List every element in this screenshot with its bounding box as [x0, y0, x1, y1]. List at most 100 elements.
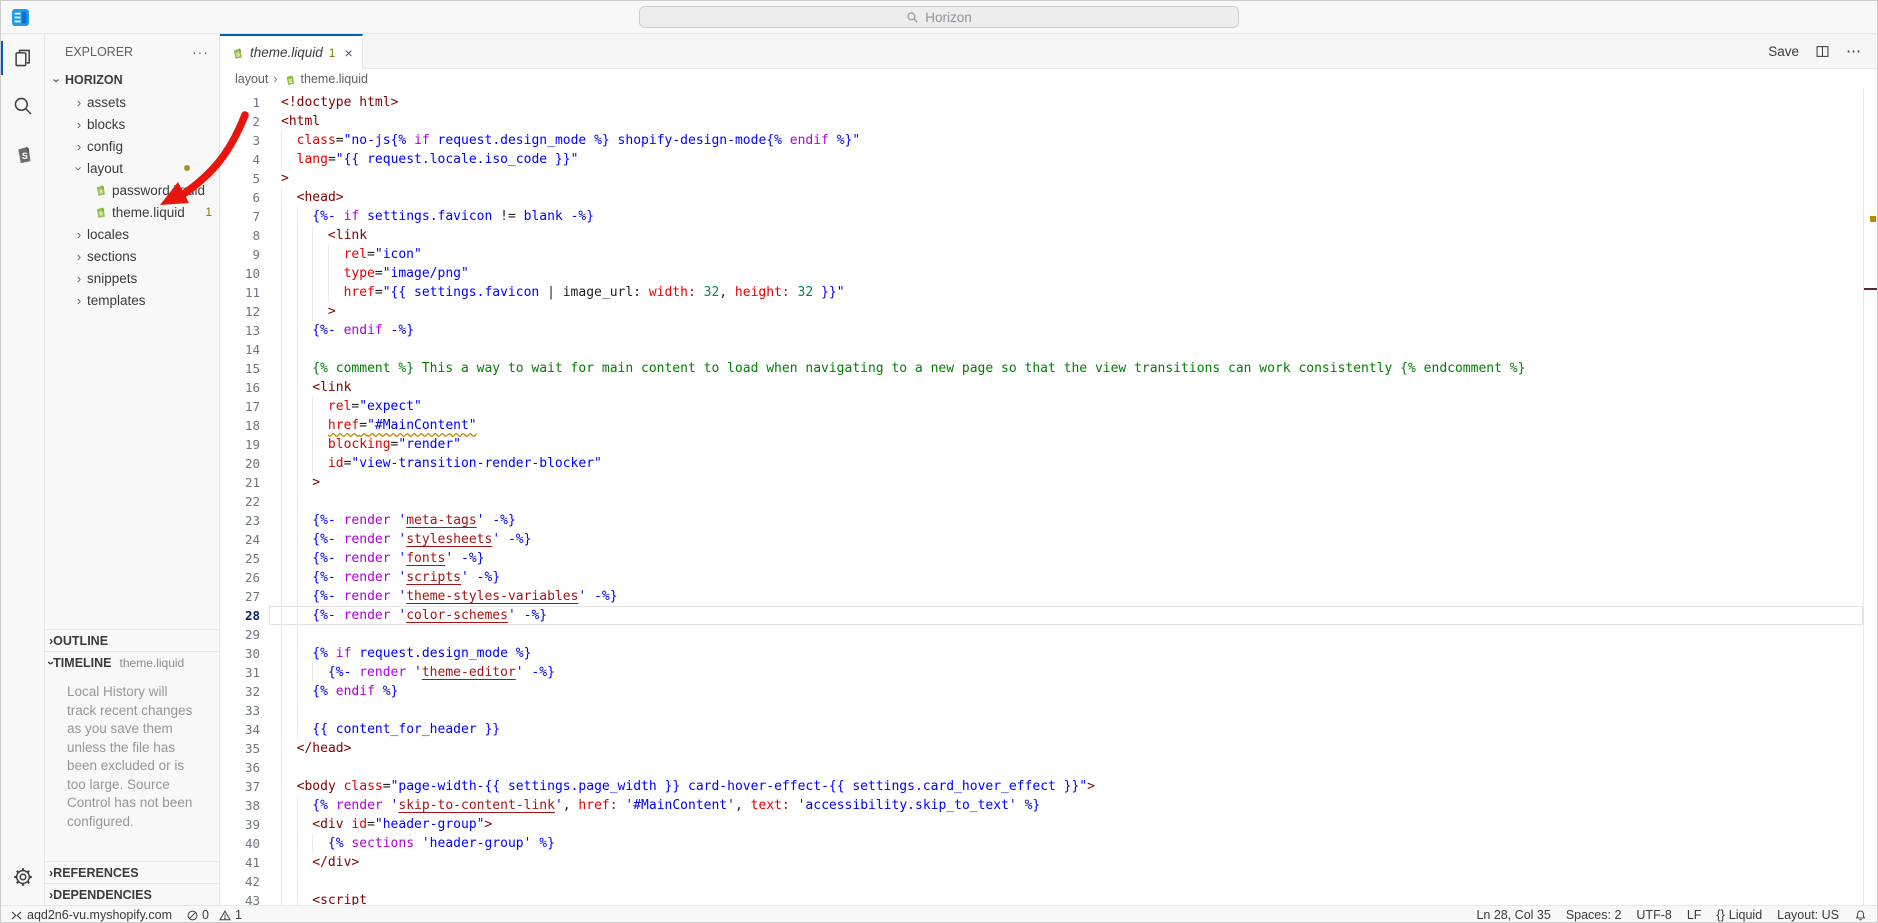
code-line[interactable]: 35</head> — [220, 739, 1877, 758]
code-line[interactable]: 42 — [220, 872, 1877, 891]
line-number[interactable]: 29 — [220, 625, 269, 644]
code-line[interactable]: 26{%- render 'scripts' -%} — [220, 568, 1877, 587]
line-number[interactable]: 2 — [220, 112, 269, 131]
line-number[interactable]: 20 — [220, 454, 269, 473]
code-line[interactable]: 37<body class="page-width-{{ settings.pa… — [220, 777, 1877, 796]
line-number[interactable]: 32 — [220, 682, 269, 701]
code-line[interactable]: 28{%- render 'color-schemes' -%} — [220, 606, 1877, 625]
code-line[interactable]: 17rel="expect" — [220, 397, 1877, 416]
code-line[interactable]: 22 — [220, 492, 1877, 511]
timeline-section-header[interactable]: › TIMELINE theme.liquid — [45, 651, 219, 673]
code-line[interactable]: 33 — [220, 701, 1877, 720]
cursor-position-indicator[interactable]: Ln 28, Col 35 — [1476, 908, 1550, 922]
code-line[interactable]: 40{% sections 'header-group' %} — [220, 834, 1877, 853]
sidebar-item-sections[interactable]: ›sections — [45, 245, 219, 267]
line-number[interactable]: 16 — [220, 378, 269, 397]
outline-section-header[interactable]: › OUTLINE — [45, 629, 219, 651]
code-line[interactable]: 10type="image/png" — [220, 264, 1877, 283]
code-line[interactable]: 6<head> — [220, 188, 1877, 207]
line-number[interactable]: 11 — [220, 283, 269, 302]
keyboard-layout-indicator[interactable]: Layout: US — [1777, 908, 1839, 922]
code-line[interactable]: 13{%- endif -%} — [220, 321, 1877, 340]
split-editor-icon[interactable] — [1815, 44, 1830, 59]
code-line[interactable]: 39<div id="header-group"> — [220, 815, 1877, 834]
explorer-activity-button[interactable] — [1, 34, 44, 82]
line-number[interactable]: 33 — [220, 701, 269, 720]
line-number[interactable]: 43 — [220, 891, 269, 905]
sidebar-item-blocks[interactable]: ›blocks — [45, 113, 219, 135]
code-line[interactable]: 23{%- render 'meta-tags' -%} — [220, 511, 1877, 530]
code-line[interactable]: 21> — [220, 473, 1877, 492]
line-number[interactable]: 17 — [220, 397, 269, 416]
line-number[interactable]: 41 — [220, 853, 269, 872]
code-line[interactable]: 12> — [220, 302, 1877, 321]
line-number[interactable]: 7 — [220, 207, 269, 226]
line-number[interactable]: 23 — [220, 511, 269, 530]
line-number[interactable]: 34 — [220, 720, 269, 739]
code-line[interactable]: 3class="no-js{% if request.design_mode %… — [220, 131, 1877, 150]
problems-indicator[interactable]: 0 1 — [186, 906, 242, 923]
code-line[interactable]: 36 — [220, 758, 1877, 777]
references-section-header[interactable]: › REFERENCES — [45, 861, 219, 883]
line-number[interactable]: 40 — [220, 834, 269, 853]
line-number[interactable]: 24 — [220, 530, 269, 549]
line-number[interactable]: 3 — [220, 131, 269, 150]
line-number[interactable]: 14 — [220, 340, 269, 359]
code-line[interactable]: 30{% if request.design_mode %} — [220, 644, 1877, 663]
line-number[interactable]: 5 — [220, 169, 269, 188]
code-line[interactable]: 25{%- render 'fonts' -%} — [220, 549, 1877, 568]
sidebar-item-layout[interactable]: ›layout — [45, 157, 219, 179]
shopify-activity-button[interactable]: S — [1, 130, 44, 178]
code-line[interactable]: 20id="view-transition-render-blocker" — [220, 454, 1877, 473]
line-number[interactable]: 25 — [220, 549, 269, 568]
more-actions-icon[interactable]: ⋯ — [1846, 42, 1862, 60]
line-number[interactable]: 39 — [220, 815, 269, 834]
code-line[interactable]: 4lang="{{ request.locale.iso_code }}" — [220, 150, 1877, 169]
code-line[interactable]: 5> — [220, 169, 1877, 188]
code-line[interactable]: 34{{ content_for_header }} — [220, 720, 1877, 739]
settings-gear-button[interactable] — [1, 853, 44, 901]
line-number[interactable]: 36 — [220, 758, 269, 777]
code-line[interactable]: 24{%- render 'stylesheets' -%} — [220, 530, 1877, 549]
code-line[interactable]: 11href="{{ settings.favicon | image_url:… — [220, 283, 1877, 302]
line-number[interactable]: 42 — [220, 872, 269, 891]
line-number[interactable]: 13 — [220, 321, 269, 340]
tab-theme-liquid[interactable]: S theme.liquid 1 × — [220, 34, 363, 69]
sidebar-item-horizon-root[interactable]: › HORIZON — [45, 69, 219, 91]
breadcrumb-file[interactable]: theme.liquid — [301, 72, 368, 86]
code-line[interactable]: 19blocking="render" — [220, 435, 1877, 454]
line-number[interactable]: 31 — [220, 663, 269, 682]
code-line[interactable]: 38{% render 'skip-to-content-link', href… — [220, 796, 1877, 815]
dependencies-section-header[interactable]: › DEPENDENCIES — [45, 883, 219, 905]
sidebar-item-snippets[interactable]: ›snippets — [45, 267, 219, 289]
line-number[interactable]: 6 — [220, 188, 269, 207]
sidebar-item-config[interactable]: ›config — [45, 135, 219, 157]
code-line[interactable]: 14 — [220, 340, 1877, 359]
code-line[interactable]: 29 — [220, 625, 1877, 644]
line-number[interactable]: 27 — [220, 587, 269, 606]
line-number[interactable]: 26 — [220, 568, 269, 587]
code-line[interactable]: 18href="#MainContent" — [220, 416, 1877, 435]
encoding-indicator[interactable]: UTF-8 — [1636, 908, 1671, 922]
code-line[interactable]: 43<script — [220, 891, 1877, 905]
line-number[interactable]: 18 — [220, 416, 269, 435]
search-activity-button[interactable] — [1, 82, 44, 130]
code-line[interactable]: 7{%- if settings.favicon != blank -%} — [220, 207, 1877, 226]
code-line[interactable]: 41</div> — [220, 853, 1877, 872]
notifications-bell-button[interactable] — [1854, 909, 1867, 922]
line-number[interactable]: 28 — [220, 606, 269, 625]
line-number[interactable]: 22 — [220, 492, 269, 511]
sidebar-item-password-liquid[interactable]: Spassword.liquid — [45, 179, 219, 201]
eol-indicator[interactable]: LF — [1687, 908, 1702, 922]
code-line[interactable]: 27{%- render 'theme-styles-variables' -%… — [220, 587, 1877, 606]
line-number[interactable]: 35 — [220, 739, 269, 758]
save-button[interactable]: Save — [1768, 44, 1799, 59]
code-editor[interactable]: 1<!doctype html>2<html3class="no-js{% if… — [220, 89, 1877, 905]
line-number[interactable]: 38 — [220, 796, 269, 815]
line-number[interactable]: 9 — [220, 245, 269, 264]
command-search-box[interactable]: Horizon — [639, 6, 1239, 28]
remote-indicator[interactable]: aqd2n6-vu.myshopify.com — [10, 906, 172, 923]
code-line[interactable]: 15{% comment %} This a way to wait for m… — [220, 359, 1877, 378]
line-number[interactable]: 30 — [220, 644, 269, 663]
code-line[interactable]: 8<link — [220, 226, 1877, 245]
